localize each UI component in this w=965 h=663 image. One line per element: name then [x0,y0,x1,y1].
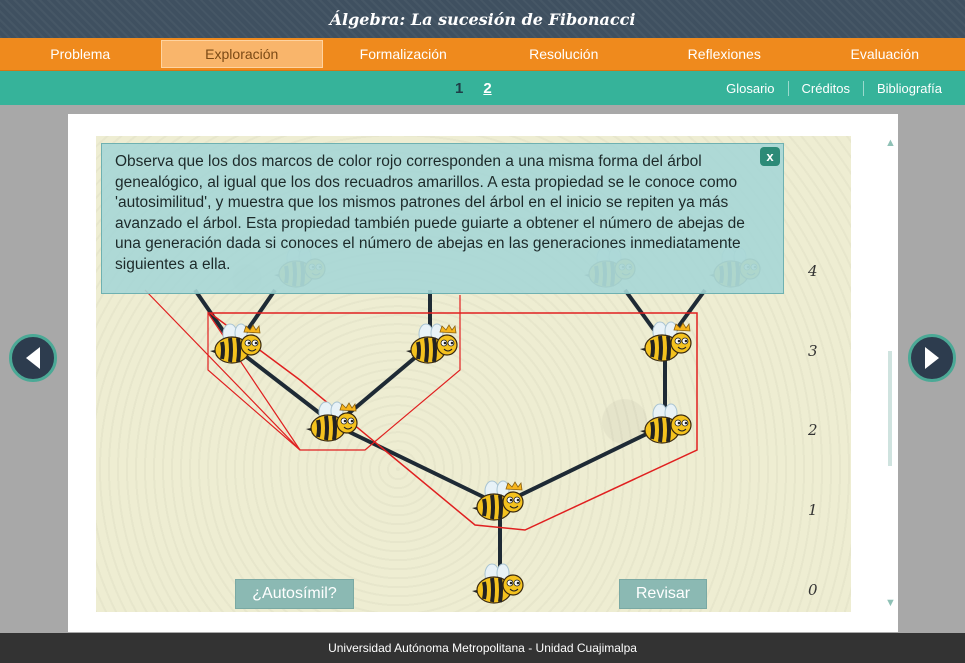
tab-problema[interactable]: Problema [0,38,161,70]
bibliografia-link[interactable]: Bibliografía [862,80,955,96]
tab-reflexiones[interactable]: Reflexiones [644,38,805,70]
info-overlay: Observa que los dos marcos de color rojo… [101,143,784,294]
tab-evaluacion[interactable]: Evaluación [805,38,965,70]
tab-resolucion[interactable]: Resolución [484,38,645,70]
generation-label-4: 4 [808,262,818,280]
chevron-left-icon [26,347,40,369]
page-2-link[interactable]: 2 [483,80,491,97]
sub-nav: 1 2 Glosario Créditos Bibliografía [0,71,965,105]
scroll-thumb[interactable] [888,351,892,466]
prev-button[interactable] [9,334,57,382]
chevron-right-icon [925,347,939,369]
close-icon[interactable]: x [760,147,780,166]
next-button[interactable] [908,334,956,382]
creditos-link[interactable]: Créditos [787,80,863,96]
scroll-down-icon[interactable]: ▼ [885,598,896,609]
generation-label-0: 0 [808,581,818,599]
tab-exploracion[interactable]: Exploración [160,40,323,68]
glosario-link[interactable]: Glosario [713,81,787,96]
page-selector: 1 2 [455,71,492,105]
tab-formalizacion[interactable]: Formalización [323,38,484,70]
autosimil-button[interactable]: ¿Autosímil? [235,579,354,609]
scrollbar[interactable]: ▲ ▼ [883,136,897,612]
main-nav: Problema Exploración Formalización Resol… [0,38,965,71]
app-title: Álgebra: La sucesión de Fibonacci [329,9,636,29]
generation-label-3: 3 [808,342,818,360]
generation-label-1: 1 [808,501,818,519]
sub-nav-links: Glosario Créditos Bibliografía [713,71,955,105]
footer: Universidad Autónoma Metropolitana - Uni… [0,633,965,663]
scroll-up-icon[interactable]: ▲ [885,138,896,149]
revisar-button[interactable]: Revisar [619,579,707,609]
title-bar: Álgebra: La sucesión de Fibonacci [0,0,965,38]
generation-label-2: 2 [808,421,818,439]
page-1-link[interactable]: 1 [455,80,463,97]
overlay-text: Observa que los dos marcos de color rojo… [115,153,745,273]
footer-text: Universidad Autónoma Metropolitana - Uni… [328,641,637,655]
